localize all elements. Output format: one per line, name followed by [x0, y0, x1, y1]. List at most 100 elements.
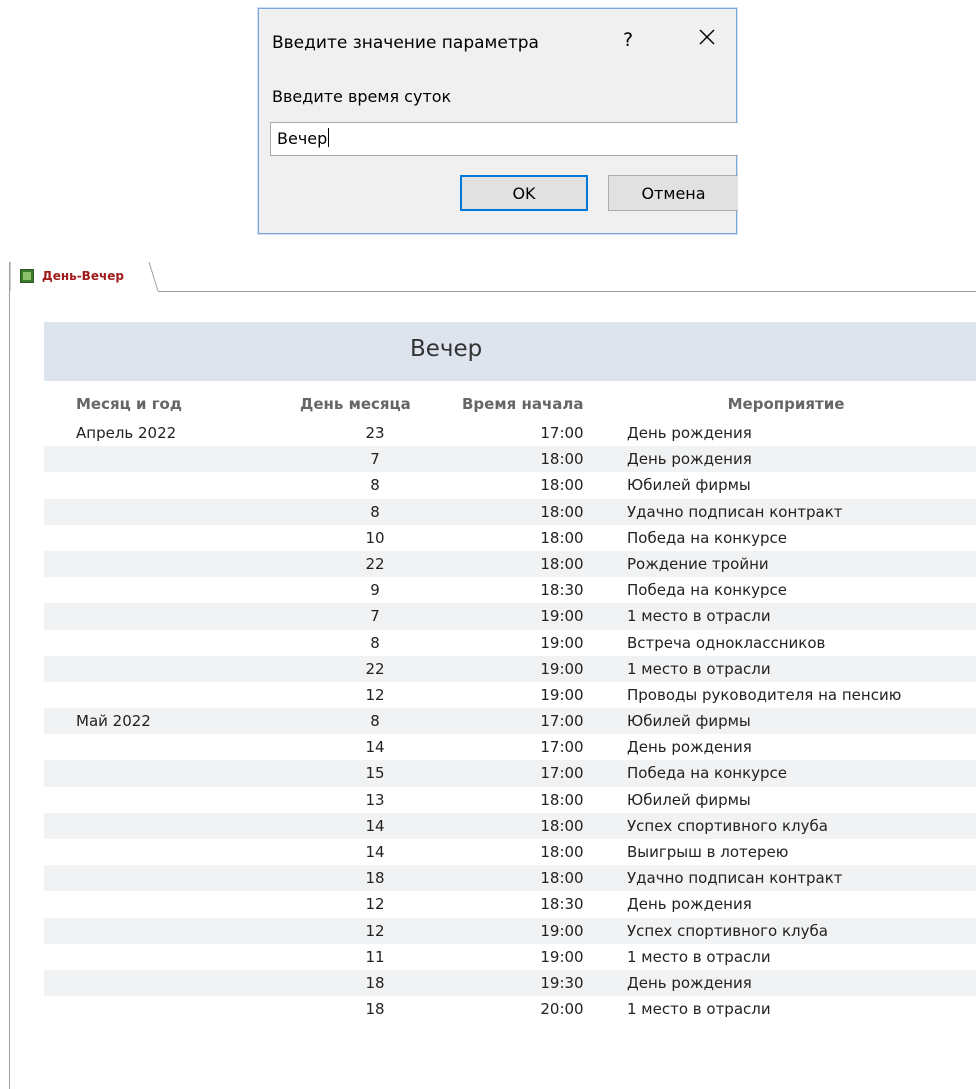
- cell-time: 18:00: [540, 790, 584, 809]
- cancel-button[interactable]: Отмена: [608, 175, 738, 211]
- cell-time: 18:30: [540, 581, 584, 600]
- cell-day: 7: [370, 450, 380, 469]
- tab-label: День-Вечер: [42, 269, 124, 283]
- cell-time: 19:00: [540, 659, 584, 678]
- cell-day: 23: [365, 424, 385, 442]
- table-row: 15 17:00 Победа на конкурсе: [44, 760, 976, 787]
- cell-event: 1 место в отрасли: [627, 947, 771, 966]
- ok-button[interactable]: OK: [460, 175, 588, 211]
- column-header-month: Месяц и год: [76, 395, 182, 413]
- cell-event: Победа на конкурсе: [627, 764, 788, 783]
- cell-time: 20:00: [540, 1000, 584, 1019]
- table-row: 18 20:00 1 место в отрасли: [44, 996, 976, 1022]
- cell-event: Удачно подписан контракт: [627, 869, 843, 888]
- report-title: Вечер: [410, 336, 483, 362]
- cell-time: 18:00: [540, 816, 584, 835]
- cell-time: 17:00: [540, 764, 584, 783]
- cell-time: 17:00: [540, 738, 584, 757]
- cell-day: 18: [365, 973, 385, 992]
- table-row: Апрель 2022 23 17:00 День рождения: [44, 420, 976, 446]
- cell-time: 19:00: [540, 921, 584, 940]
- cell-time: 19:00: [540, 633, 584, 652]
- cell-time: 18:00: [540, 476, 584, 495]
- cell-time: 19:00: [540, 685, 584, 704]
- table-row: 7 19:00 1 место в отрасли: [44, 603, 976, 630]
- help-button[interactable]: ?: [623, 29, 633, 51]
- cell-day: 22: [365, 659, 385, 678]
- cell-day: 18: [365, 869, 385, 888]
- table-row: 14 18:00 Выигрыш в лотерею: [44, 839, 976, 865]
- cell-time: 18:00: [540, 869, 584, 888]
- cell-day: 7: [370, 607, 380, 626]
- cell-event: Юбилей фирмы: [627, 476, 751, 495]
- table-row: 11 19:00 1 место в отрасли: [44, 944, 976, 970]
- cell-day: 14: [365, 738, 385, 757]
- parameter-dialog: Введите значение параметра ? Введите вре…: [258, 8, 738, 234]
- cell-time: 18:30: [540, 895, 584, 914]
- tab-den-vecher[interactable]: День-Вечер: [20, 262, 124, 290]
- table-row: 12 19:00 Успех спортивного клуба: [44, 917, 976, 944]
- cell-event: День рождения: [627, 973, 752, 992]
- cell-time: 17:00: [540, 712, 584, 731]
- column-header-day: День месяца: [300, 395, 411, 413]
- cell-event: Успех спортивного клуба: [627, 921, 828, 940]
- table-row: 8 19:00 Встреча одноклассников: [44, 630, 976, 656]
- column-header-time: Время начала: [462, 395, 584, 413]
- tab-baseline: [158, 291, 976, 292]
- cell-event: День рождения: [627, 895, 752, 914]
- cell-time: 17:00: [540, 424, 584, 442]
- cell-event: Успех спортивного клуба: [627, 816, 828, 835]
- cell-time: 19:00: [540, 607, 584, 626]
- cell-time: 18:00: [540, 843, 584, 861]
- table-row: 10 18:00 Победа на конкурсе: [44, 525, 976, 551]
- table-row: 7 18:00 День рождения: [44, 446, 976, 473]
- cell-time: 18:00: [540, 528, 584, 547]
- cell-event: Юбилей фирмы: [627, 790, 751, 809]
- cell-day: 11: [365, 947, 385, 966]
- report-icon: [20, 269, 34, 283]
- close-button[interactable]: [697, 27, 717, 47]
- cell-day: 18: [365, 1000, 385, 1019]
- cell-event: Встреча одноклассников: [627, 633, 826, 652]
- table-row: 22 19:00 1 место в отрасли: [44, 655, 976, 682]
- cell-event: День рождения: [627, 738, 752, 757]
- cell-time: 18:00: [540, 502, 584, 521]
- cell-event: 1 место в отрасли: [627, 659, 771, 678]
- cell-event: День рождения: [627, 450, 752, 469]
- text-caret: [328, 128, 330, 147]
- table-row: 12 18:30 День рождения: [44, 891, 976, 917]
- parameter-input[interactable]: Вечер: [270, 122, 738, 156]
- cell-month: Май 2022: [76, 712, 151, 731]
- dialog-title: Введите значение параметра: [272, 33, 539, 53]
- cell-day: 12: [365, 895, 385, 914]
- cell-event: 1 место в отрасли: [627, 607, 771, 626]
- cell-event: Рождение тройни: [627, 554, 769, 573]
- table-row: 14 17:00 День рождения: [44, 734, 976, 760]
- cell-event: Победа на конкурсе: [627, 581, 788, 600]
- cell-event: Победа на конкурсе: [627, 528, 788, 547]
- cell-day: 15: [365, 764, 385, 783]
- cell-day: 22: [365, 554, 385, 573]
- table-row: 18 18:00 Удачно подписан контракт: [44, 865, 976, 892]
- parameter-input-value: Вечер: [277, 129, 328, 148]
- cell-event: День рождения: [627, 424, 752, 442]
- cell-day: 8: [370, 633, 380, 652]
- cell-day: 9: [370, 581, 380, 600]
- cell-event: Проводы руководителя на пенсию: [627, 685, 902, 704]
- report-header-band: Вечер: [44, 322, 976, 381]
- parameter-prompt: Введите время суток: [272, 87, 452, 106]
- table-row: 9 18:30 Победа на конкурсе: [44, 577, 976, 603]
- close-icon: [699, 29, 715, 45]
- table-row: 22 18:00 Рождение тройни: [44, 550, 976, 578]
- cell-day: 12: [365, 685, 385, 704]
- cell-event: Удачно подписан контракт: [627, 502, 843, 521]
- cell-day: 8: [370, 712, 380, 731]
- cell-day: 13: [365, 790, 385, 809]
- cell-event: Юбилей фирмы: [627, 712, 751, 731]
- table-row: Май 2022 8 17:00 Юбилей фирмы: [44, 708, 976, 735]
- cell-day: 8: [370, 476, 380, 495]
- report-rows: Апрель 2022 23 17:00 День рождения 7 18:00 Ден…: [44, 420, 976, 1022]
- table-row: 14 18:00 Успех спортивного клуба: [44, 812, 976, 839]
- cell-time: 19:30: [540, 973, 584, 992]
- cell-day: 10: [365, 528, 385, 547]
